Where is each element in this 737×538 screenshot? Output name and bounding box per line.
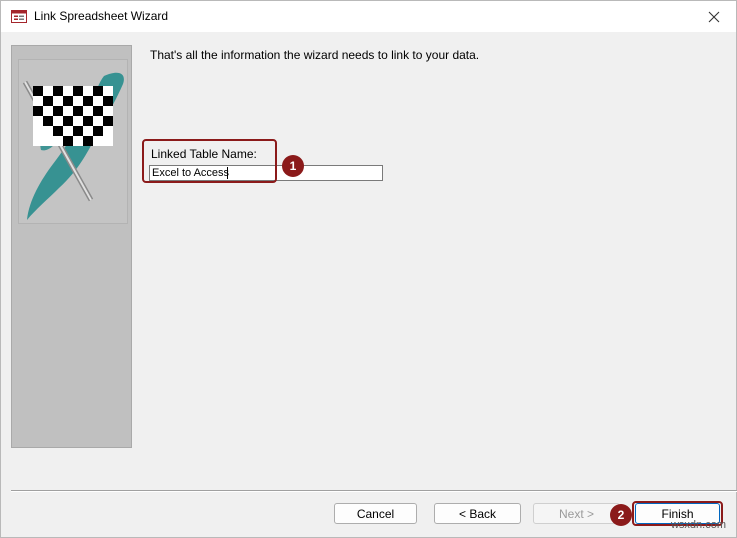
wizard-side-panel (11, 45, 132, 448)
access-form-icon (11, 10, 27, 23)
close-icon (708, 11, 720, 22)
annotation-badge-1: 1 (282, 155, 304, 177)
window-title: Link Spreadsheet Wizard (34, 9, 169, 23)
next-button[interactable]: Next > (533, 503, 620, 524)
wizard-window: Link Spreadsheet Wizard That's all the i… (0, 0, 737, 538)
back-button[interactable]: < Back (434, 503, 521, 524)
watermark-text: wsxdn.com (670, 519, 726, 531)
footer-separator (11, 490, 737, 492)
cancel-button[interactable]: Cancel (334, 503, 417, 524)
close-button[interactable] (692, 1, 736, 32)
annotation-highlight-field (142, 139, 277, 183)
title-bar: Link Spreadsheet Wizard (1, 1, 736, 32)
intro-text: That's all the information the wizard ne… (150, 48, 480, 62)
checkered-flag-icon (18, 59, 128, 224)
annotation-badge-2: 2 (610, 504, 632, 526)
